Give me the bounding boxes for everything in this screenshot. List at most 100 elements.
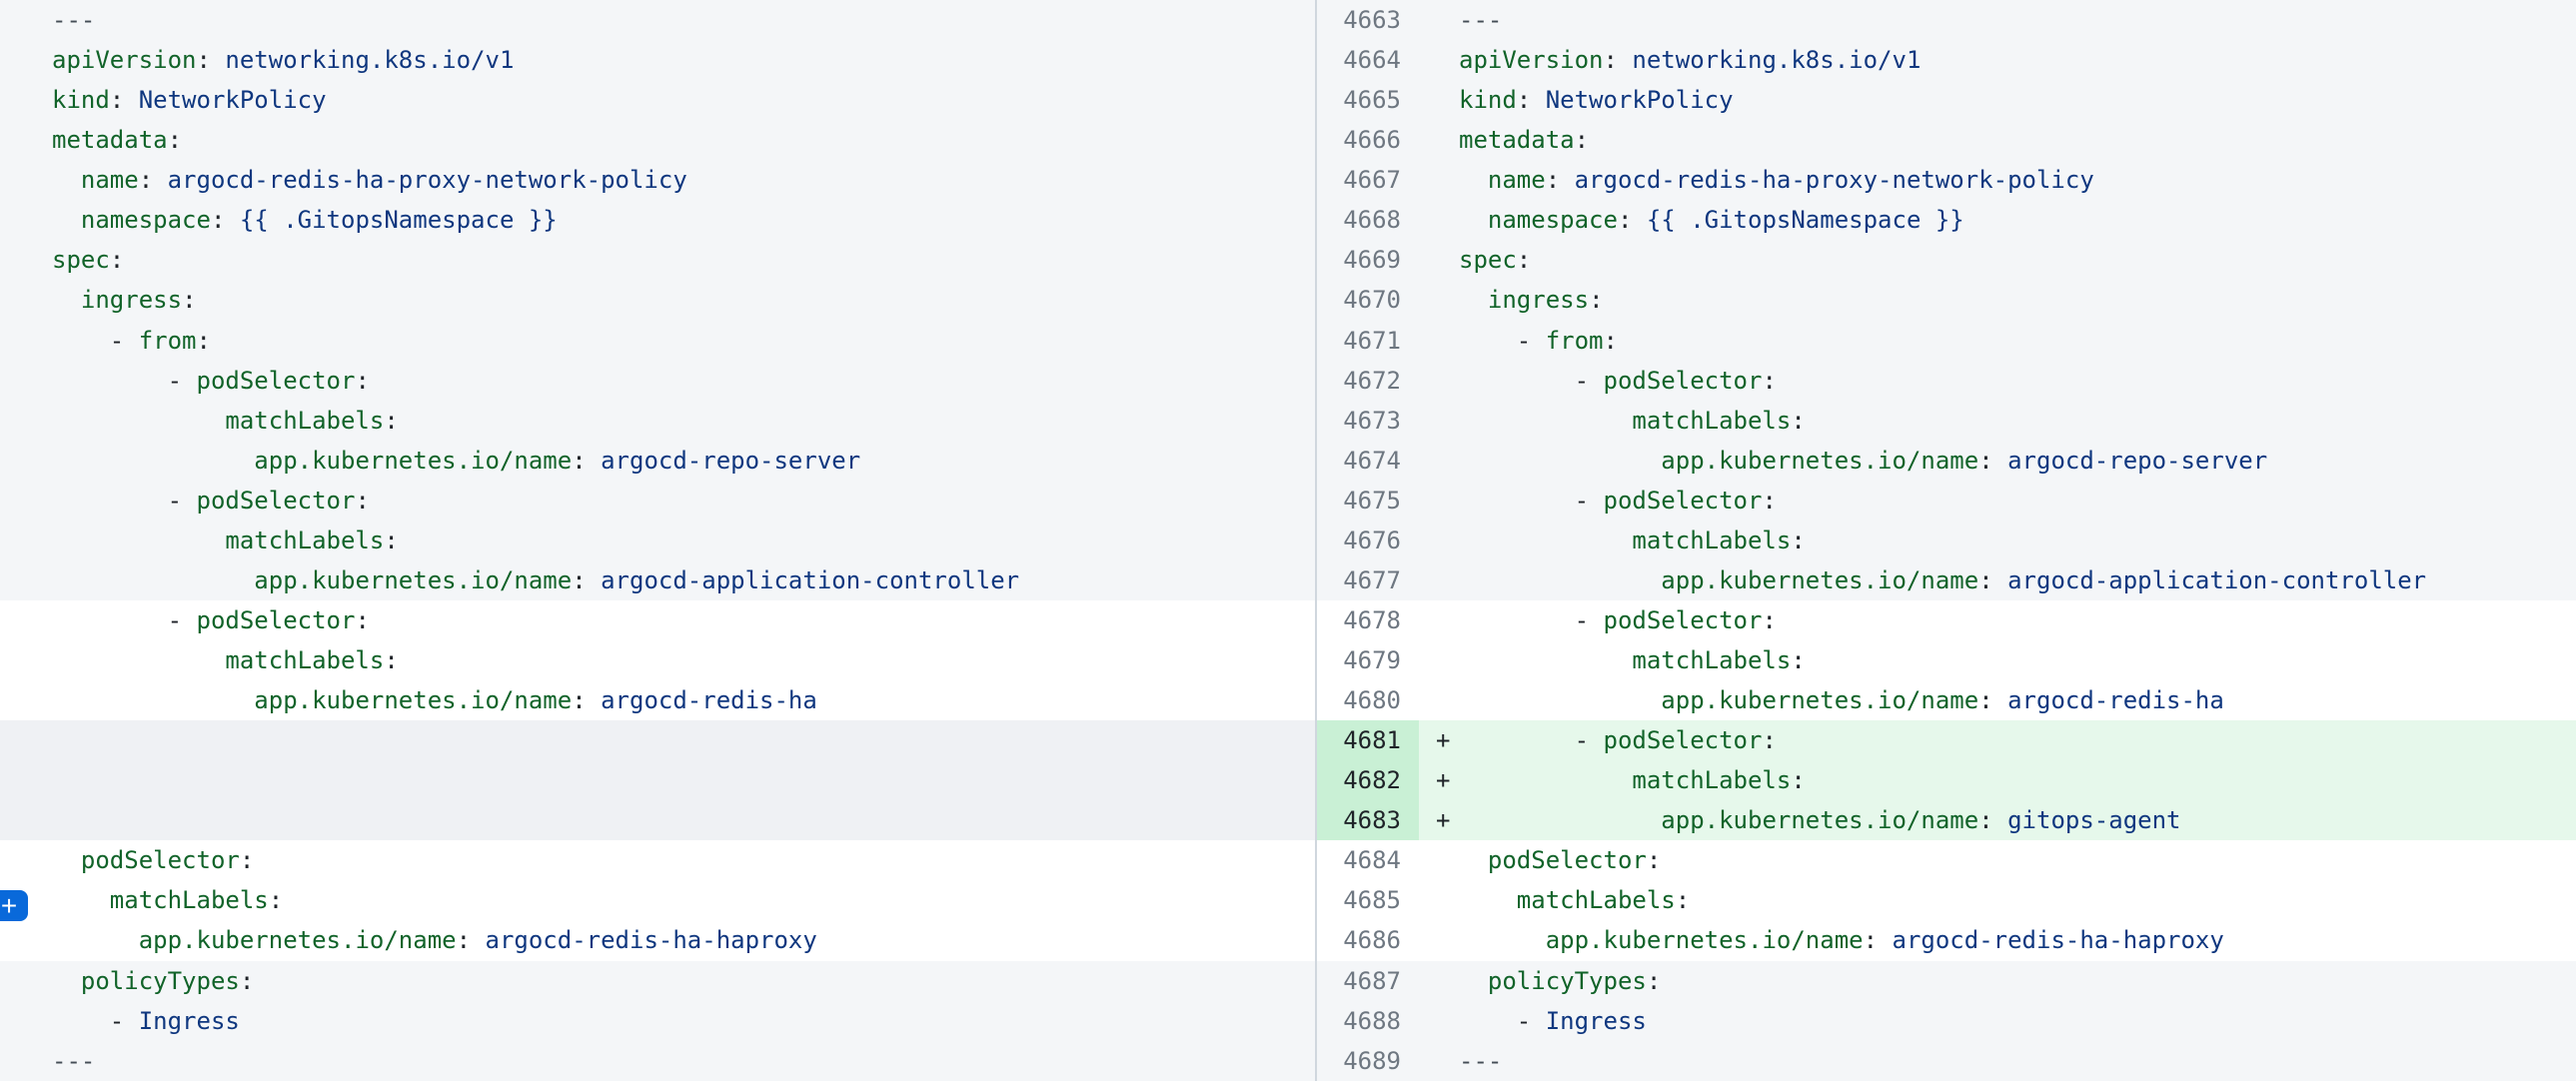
addition-marker-cell: + xyxy=(1419,800,1459,840)
code-cell: matchLabels: xyxy=(0,521,1315,560)
line-number-cell[interactable]: 4669 xyxy=(1317,240,1419,280)
diff-row-right: 4676 matchLabels: xyxy=(1317,521,2576,560)
code-token: kind xyxy=(1459,86,1517,114)
code-cell: - podSelector: xyxy=(1459,720,2576,760)
code-token: name xyxy=(1488,166,1546,194)
diff-row-right: 4677 app.kubernetes.io/name: argocd-appl… xyxy=(1317,560,2576,600)
code-cell: spec: xyxy=(1459,240,2576,280)
code-token: : xyxy=(355,487,369,515)
code-token: : xyxy=(1791,766,1805,794)
code-cell: app.kubernetes.io/name: gitops-agent xyxy=(1459,800,2576,840)
diff-marker-cell xyxy=(1419,920,1459,960)
line-number-cell[interactable]: 4686 xyxy=(1317,920,1419,960)
line-number-cell[interactable]: 4668 xyxy=(1317,200,1419,240)
diff-row-right: 4664apiVersion: networking.k8s.io/v1 xyxy=(1317,40,2576,80)
code-cell: policyTypes: xyxy=(1459,961,2576,1001)
code-token xyxy=(52,967,81,995)
diff-marker-cell xyxy=(1419,361,1459,401)
line-number-cell[interactable]: 4687 xyxy=(1317,961,1419,1001)
diff-row-left: name: argocd-redis-ha-proxy-network-poli… xyxy=(0,160,1315,200)
code-token xyxy=(1459,846,1488,874)
code-token: --- xyxy=(1459,6,1502,34)
code-cell: apiVersion: networking.k8s.io/v1 xyxy=(0,40,1315,80)
code-token: : xyxy=(1647,967,1661,995)
code-token: podSelector xyxy=(1604,367,1763,395)
line-number-cell[interactable]: 4680 xyxy=(1317,680,1419,720)
line-number-cell[interactable]: 4679 xyxy=(1317,640,1419,680)
code-token: matchLabels xyxy=(110,886,269,914)
line-number-cell[interactable]: 4688 xyxy=(1317,1001,1419,1041)
empty-placeholder-cell xyxy=(0,800,1315,840)
diff-row-left: podSelector: xyxy=(0,840,1315,880)
code-token: apiVersion xyxy=(52,46,197,74)
line-number-cell[interactable]: 4675 xyxy=(1317,481,1419,521)
code-token xyxy=(52,286,81,314)
code-token: matchLabels xyxy=(1632,527,1791,554)
code-token: argocd-redis-ha xyxy=(2007,686,2224,714)
code-token: podSelector xyxy=(1488,846,1647,874)
code-cell: - podSelector: xyxy=(1459,600,2576,640)
line-number-cell[interactable]: 4685 xyxy=(1317,880,1419,920)
line-number-cell[interactable]: 4683 xyxy=(1317,800,1419,840)
line-number-cell[interactable]: 4678 xyxy=(1317,600,1419,640)
code-token: policyTypes xyxy=(1488,967,1647,995)
diff-marker-cell xyxy=(1419,560,1459,600)
diff-marker-cell xyxy=(1419,321,1459,361)
diff-marker-cell xyxy=(1419,40,1459,80)
line-number-cell[interactable]: 4689 xyxy=(1317,1041,1419,1081)
code-cell: matchLabels: xyxy=(0,880,1315,920)
code-token: matchLabels xyxy=(225,527,384,554)
line-number-cell[interactable]: 4671 xyxy=(1317,321,1419,361)
code-token: : xyxy=(1517,86,1546,114)
code-token: app.kubernetes.io/name xyxy=(1546,926,1864,954)
diff-marker-cell xyxy=(1419,120,1459,160)
line-number-cell[interactable]: 4667 xyxy=(1317,160,1419,200)
line-number-cell[interactable]: 4663 xyxy=(1317,0,1419,40)
line-number-cell[interactable]: 4676 xyxy=(1317,521,1419,560)
code-token: : xyxy=(110,246,124,274)
line-number-cell[interactable]: 4684 xyxy=(1317,840,1419,880)
line-number-cell[interactable]: 4665 xyxy=(1317,80,1419,120)
code-token: matchLabels xyxy=(1632,766,1791,794)
diff-row-left xyxy=(0,800,1315,840)
code-token: : xyxy=(572,686,601,714)
diff-row-right: 4680 app.kubernetes.io/name: argocd-redi… xyxy=(1317,680,2576,720)
line-number-cell[interactable]: 4672 xyxy=(1317,361,1419,401)
code-token: app.kubernetes.io/name xyxy=(1661,686,1978,714)
code-token: --- xyxy=(1459,1047,1502,1075)
code-cell: app.kubernetes.io/name: argocd-redis-ha-… xyxy=(0,920,1315,960)
line-number-cell[interactable]: 4666 xyxy=(1317,120,1419,160)
code-token: - xyxy=(1459,487,1604,515)
code-cell: matchLabels: xyxy=(0,401,1315,441)
code-token xyxy=(1459,926,1546,954)
add-comment-button[interactable]: + xyxy=(0,890,28,921)
code-token: spec xyxy=(1459,246,1517,274)
line-number-cell[interactable]: 4681 xyxy=(1317,720,1419,760)
line-number-cell[interactable]: 4673 xyxy=(1317,401,1419,441)
code-cell: ingress: xyxy=(0,280,1315,320)
diff-marker-cell xyxy=(1419,441,1459,481)
diff-row-right: 4683+ app.kubernetes.io/name: gitops-age… xyxy=(1317,800,2576,840)
code-token xyxy=(1459,166,1488,194)
diff-row-left: - podSelector: xyxy=(0,361,1315,401)
line-number-cell[interactable]: 4682 xyxy=(1317,760,1419,800)
code-token xyxy=(52,206,81,234)
code-token: : xyxy=(572,566,601,594)
line-number-cell[interactable]: 4674 xyxy=(1317,441,1419,481)
line-number-cell[interactable]: 4670 xyxy=(1317,280,1419,320)
code-token: - xyxy=(52,606,197,634)
diff-row-right: 4681+ - podSelector: xyxy=(1317,720,2576,760)
code-token: : xyxy=(1791,407,1805,435)
line-number-cell[interactable]: 4664 xyxy=(1317,40,1419,80)
code-token: Ingress xyxy=(139,1007,240,1035)
diff-marker-cell xyxy=(1419,600,1459,640)
code-cell: - podSelector: xyxy=(0,481,1315,521)
code-cell: namespace: {{ .GitopsNamespace }} xyxy=(0,200,1315,240)
code-token xyxy=(52,886,110,914)
code-token: app.kubernetes.io/name xyxy=(139,926,457,954)
code-token: : xyxy=(1604,46,1633,74)
diff-row-right: 4687 policyTypes: xyxy=(1317,961,2576,1001)
diff-row-right: 4671 - from: xyxy=(1317,321,2576,361)
line-number-cell[interactable]: 4677 xyxy=(1317,560,1419,600)
code-token: : xyxy=(1762,487,1776,515)
